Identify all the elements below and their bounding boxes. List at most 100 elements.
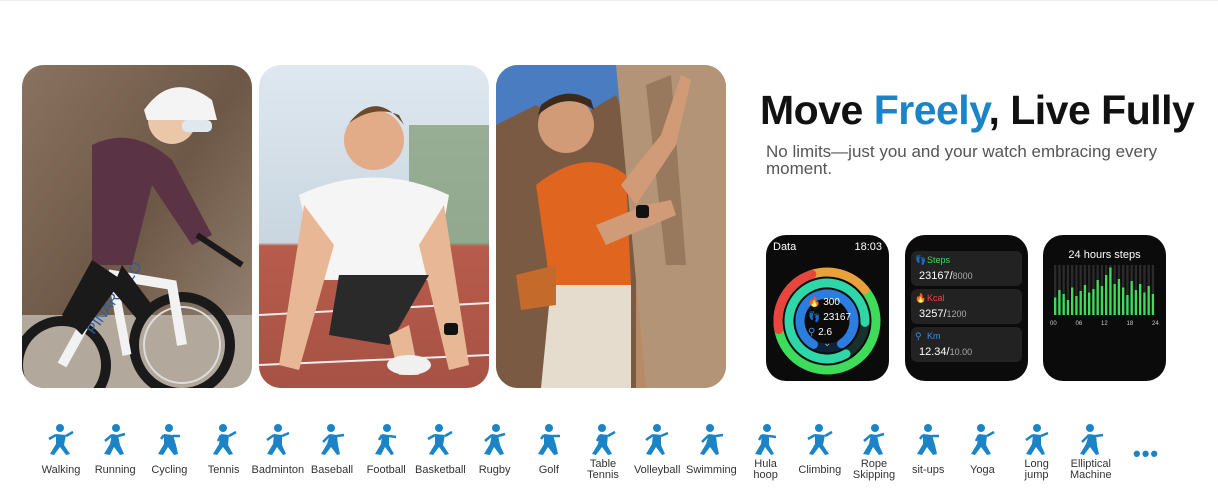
- kcal-card: 🔥 Kcal 3257/1200: [911, 289, 1022, 324]
- location-pin-icon: ⚲: [915, 331, 922, 341]
- elliptical-machine-icon: [1079, 424, 1103, 455]
- watch-steps-histogram: 24 hours steps 00 06 12 18 24: [1043, 235, 1166, 381]
- location-pin-icon: ⚲: [808, 327, 816, 338]
- football-icon: [375, 424, 397, 455]
- watch-summary-cards: 👣 Steps 23167/8000 🔥 Kcal 3257/1200 ⚲ Km…: [905, 235, 1028, 381]
- activity-label: Long jump: [1024, 458, 1049, 481]
- activity-rings: [773, 267, 881, 375]
- activity-tennis[interactable]: Tennis: [194, 411, 254, 476]
- histogram-tick-label: 18: [1127, 321, 1134, 327]
- histogram-tick-label: 12: [1101, 321, 1108, 327]
- histogram-bar: [1083, 285, 1087, 315]
- hula-hoop-icon: [754, 424, 776, 455]
- histogram-bar: [1075, 296, 1078, 315]
- activity-label: Hula hoop: [753, 458, 778, 481]
- activity-basketball[interactable]: Basketball: [410, 411, 470, 476]
- sprinter-illustration: [259, 65, 489, 388]
- histogram-bar: [1100, 286, 1104, 315]
- climbing-icon: [807, 424, 833, 455]
- histogram-bar: [1079, 291, 1082, 315]
- activity-cycling[interactable]: Cycling: [139, 411, 199, 476]
- histogram-bar: [1088, 292, 1091, 315]
- histogram-bar: [1113, 284, 1116, 315]
- activity-swimming[interactable]: Swimming: [681, 411, 741, 476]
- histogram-tick-label: 06: [1076, 321, 1083, 327]
- cyclist-photo: PINARELLO: [22, 65, 252, 388]
- activity-label: Cycling: [151, 464, 188, 476]
- watch-activity-rings: Data 18:03 🔥 300 👣 23167 ⚲ 2.6 ⌄: [766, 235, 889, 381]
- histogram-bar: [1126, 295, 1129, 315]
- activity-label: Volleyball: [633, 464, 681, 476]
- subline: No limits—just you and your watch embrac…: [766, 142, 1158, 178]
- flame-icon: 🔥: [808, 297, 821, 308]
- activity-table-tennis[interactable]: Table Tennis: [573, 411, 633, 481]
- histogram-bar: [1151, 294, 1155, 315]
- activity-badminton[interactable]: Badminton: [248, 411, 308, 476]
- activity-label: Climbing: [798, 464, 842, 476]
- badminton-icon: [266, 424, 290, 455]
- activity-label: Basketball: [415, 464, 466, 476]
- walking-icon: [48, 424, 74, 455]
- activity-hula-hoop[interactable]: Hula hoop: [736, 411, 796, 481]
- histogram-tick-label: 00: [1050, 321, 1057, 327]
- histogram-bar: [1054, 297, 1057, 315]
- histogram-bar: [1071, 287, 1074, 315]
- histogram-bar: [1066, 300, 1070, 315]
- histogram-bar: [1122, 287, 1125, 315]
- activity-yoga[interactable]: Yoga: [952, 411, 1012, 476]
- histogram-bar: [1092, 289, 1095, 315]
- activity-label: Rugby: [478, 464, 511, 476]
- climber-photo: [496, 65, 726, 388]
- activity-rugby[interactable]: Rugby: [465, 411, 525, 476]
- headline: Move Freely, Live Fully: [760, 87, 1195, 134]
- footsteps-icon: 👣: [915, 255, 927, 265]
- chevron-down-icon: ⌄: [823, 338, 832, 349]
- headline-part2: , Live Fully: [988, 87, 1195, 133]
- histogram-bar: [1134, 290, 1138, 315]
- kcal-value: 300: [823, 297, 840, 308]
- activity-golf[interactable]: Golf: [519, 411, 579, 476]
- sprinter-photo: [259, 65, 489, 388]
- rugby-icon: [483, 424, 505, 455]
- km-label: Km: [927, 331, 941, 341]
- activity-baseball[interactable]: Baseball: [302, 411, 362, 476]
- histogram-bar: [1130, 281, 1133, 315]
- activity-long-jump[interactable]: Long jump: [1007, 411, 1067, 481]
- activity-sit-ups[interactable]: sit-ups: [898, 411, 958, 476]
- footsteps-icon: 👣: [808, 312, 821, 323]
- activity-label: Football: [366, 464, 406, 476]
- headline-accent: Freely: [873, 87, 989, 133]
- activity-label: Baseball: [310, 464, 354, 476]
- activity-modes: Walking Running Cycling Tennis Badminton Base…: [0, 411, 1218, 498]
- activity-label: Badminton: [251, 464, 305, 476]
- activity-label: Elliptical Machine: [1070, 458, 1112, 481]
- activity-label: sit-ups: [911, 464, 945, 476]
- steps-value: 23167: [823, 312, 852, 323]
- activity-climbing[interactable]: Climbing: [790, 411, 850, 476]
- activity-elliptical-machine[interactable]: Elliptical Machine: [1061, 411, 1121, 481]
- activity-label: Golf: [538, 464, 559, 476]
- kcal-label: Kcal: [927, 293, 945, 303]
- activity-running[interactable]: Running: [85, 411, 145, 476]
- km-value: 12.34/10.00: [919, 346, 973, 358]
- long-jump-icon: [1024, 424, 1049, 455]
- activity-label: Swimming: [686, 464, 737, 476]
- more-icon[interactable]: •••: [1133, 441, 1159, 467]
- activity-walking[interactable]: Walking: [31, 411, 91, 476]
- cyclist-illustration: PINARELLO: [22, 65, 252, 388]
- activity-volleyball[interactable]: Volleyball: [627, 411, 687, 476]
- km-card: ⚲ Km 12.34/10.00: [911, 327, 1022, 362]
- histogram-bar: [1139, 284, 1142, 315]
- histogram-bar: [1062, 294, 1065, 315]
- activity-label: Table Tennis: [587, 458, 619, 481]
- histogram-bar: [1147, 286, 1150, 315]
- activity-rope-skipping[interactable]: Rope Skipping: [844, 411, 904, 481]
- activity-football[interactable]: Football: [356, 411, 416, 476]
- cycling-icon: [158, 424, 181, 455]
- activity-label: Tennis: [207, 464, 240, 476]
- activity-label: Running: [94, 464, 136, 476]
- histogram-bar: [1109, 267, 1112, 315]
- climber-illustration: [496, 65, 726, 388]
- histogram-bar: [1143, 292, 1146, 315]
- swimming-icon: [700, 424, 724, 455]
